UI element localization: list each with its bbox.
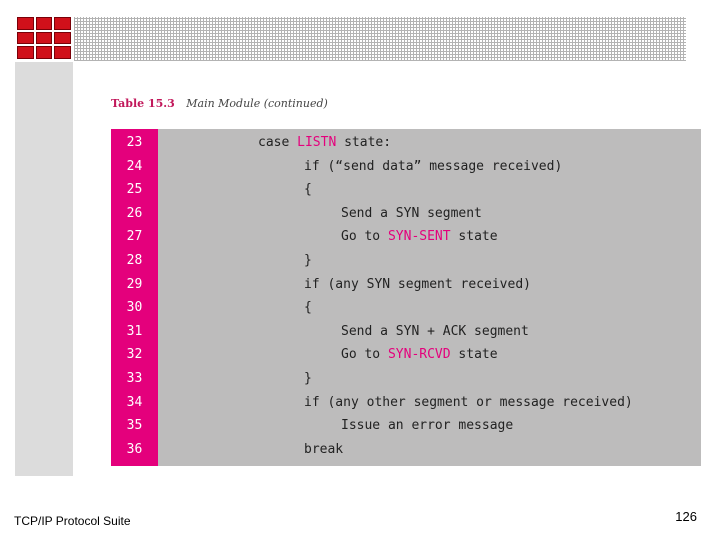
code-line: } xyxy=(304,371,312,386)
line-number: 30 xyxy=(126,300,143,316)
code-line: break xyxy=(304,442,343,457)
code-text: } xyxy=(304,370,312,386)
table-row: 34 if (any other segment or message recei… xyxy=(111,392,701,416)
line-number: 34 xyxy=(126,394,143,410)
table-row: 35 Issue an error message xyxy=(111,415,701,439)
code-line: case LISTN state: xyxy=(258,135,391,150)
line-number: 36 xyxy=(126,441,143,457)
table-row: 24 if (“send data” message received) xyxy=(111,156,701,180)
table-row: 31 Send a SYN + ACK segment xyxy=(111,321,701,345)
code-text: { xyxy=(304,300,312,316)
code-text: Send a SYN + ACK segment xyxy=(341,323,529,339)
table-row: 33} xyxy=(111,368,701,392)
code-text: Issue an error message xyxy=(341,418,514,434)
code-line: Send a SYN + ACK segment xyxy=(341,324,529,339)
code-line: if (any other segment or message receive… xyxy=(304,395,633,410)
line-number: 32 xyxy=(126,347,143,363)
table-row: 29 if (any SYN segment received) xyxy=(111,274,701,298)
state-keyword: SYN-SENT xyxy=(387,229,451,245)
line-number: 35 xyxy=(126,418,143,434)
code-line: Go to SYN-RCVD state xyxy=(341,347,498,362)
line-number: 24 xyxy=(126,158,143,174)
header-banner xyxy=(74,17,686,61)
table-caption: Table 15.3 Main Module (continued) xyxy=(111,97,328,110)
table-row: 30 { xyxy=(111,297,701,321)
code-text: if (“send data” message received) xyxy=(304,158,563,174)
code-text: state xyxy=(450,229,498,245)
left-sidebar-bar xyxy=(15,62,73,476)
state-keyword: LISTN xyxy=(297,135,337,150)
table-number: Table 15.3 xyxy=(111,97,175,110)
line-number: 25 xyxy=(126,182,143,198)
table-row: 27 Go to SYN-SENT state xyxy=(111,226,701,250)
code-line: { xyxy=(304,182,312,197)
code-text: if (any SYN segment received) xyxy=(304,276,531,292)
table-row: 36 break xyxy=(111,439,701,463)
table-row: 23 case LISTN state: xyxy=(111,132,701,156)
line-number: 23 xyxy=(126,135,143,150)
line-number: 29 xyxy=(126,276,143,292)
code-table: 23 case LISTN state: 24 if (“send data” mes… xyxy=(111,129,701,466)
table-row: 32 Go to SYN-RCVD state xyxy=(111,344,701,368)
code-text: case xyxy=(258,135,298,150)
code-text: Go to xyxy=(341,347,388,363)
code-text: if (any other segment or message receive… xyxy=(304,394,633,410)
line-number: 26 xyxy=(126,205,143,221)
table-row: 25 { xyxy=(111,179,701,203)
code-line: Send a SYN segment xyxy=(341,206,482,221)
code-line: if (any SYN segment received) xyxy=(304,277,531,292)
code-line: { xyxy=(304,300,312,315)
code-text: state xyxy=(450,347,498,363)
code-text: Go to xyxy=(341,229,388,245)
line-number: 31 xyxy=(126,323,143,339)
table-row: 28} xyxy=(111,250,701,274)
code-text: } xyxy=(304,252,312,268)
table-row: 26 Send a SYN segment xyxy=(111,203,701,227)
code-line: Issue an error message xyxy=(341,418,513,433)
code-text: break xyxy=(304,441,344,457)
table-title: Main Module (continued) xyxy=(186,97,328,110)
code-text: { xyxy=(304,182,312,198)
footer-title: TCP/IP Protocol Suite xyxy=(14,514,131,528)
logo xyxy=(15,15,73,61)
code-text: state: xyxy=(336,135,392,150)
code-rows: 23 case LISTN state: 24 if (“send data” mes… xyxy=(111,132,701,462)
state-keyword: SYN-RCVD xyxy=(387,347,451,363)
code-line: } xyxy=(304,253,312,268)
code-line: if (“send data” message received) xyxy=(304,159,562,174)
line-number: 33 xyxy=(126,370,143,386)
line-number: 27 xyxy=(126,229,143,245)
code-line: Go to SYN-SENT state xyxy=(341,229,498,244)
code-text: Send a SYN segment xyxy=(341,205,482,221)
line-number: 28 xyxy=(126,252,143,268)
page-number: 126 xyxy=(675,509,697,524)
